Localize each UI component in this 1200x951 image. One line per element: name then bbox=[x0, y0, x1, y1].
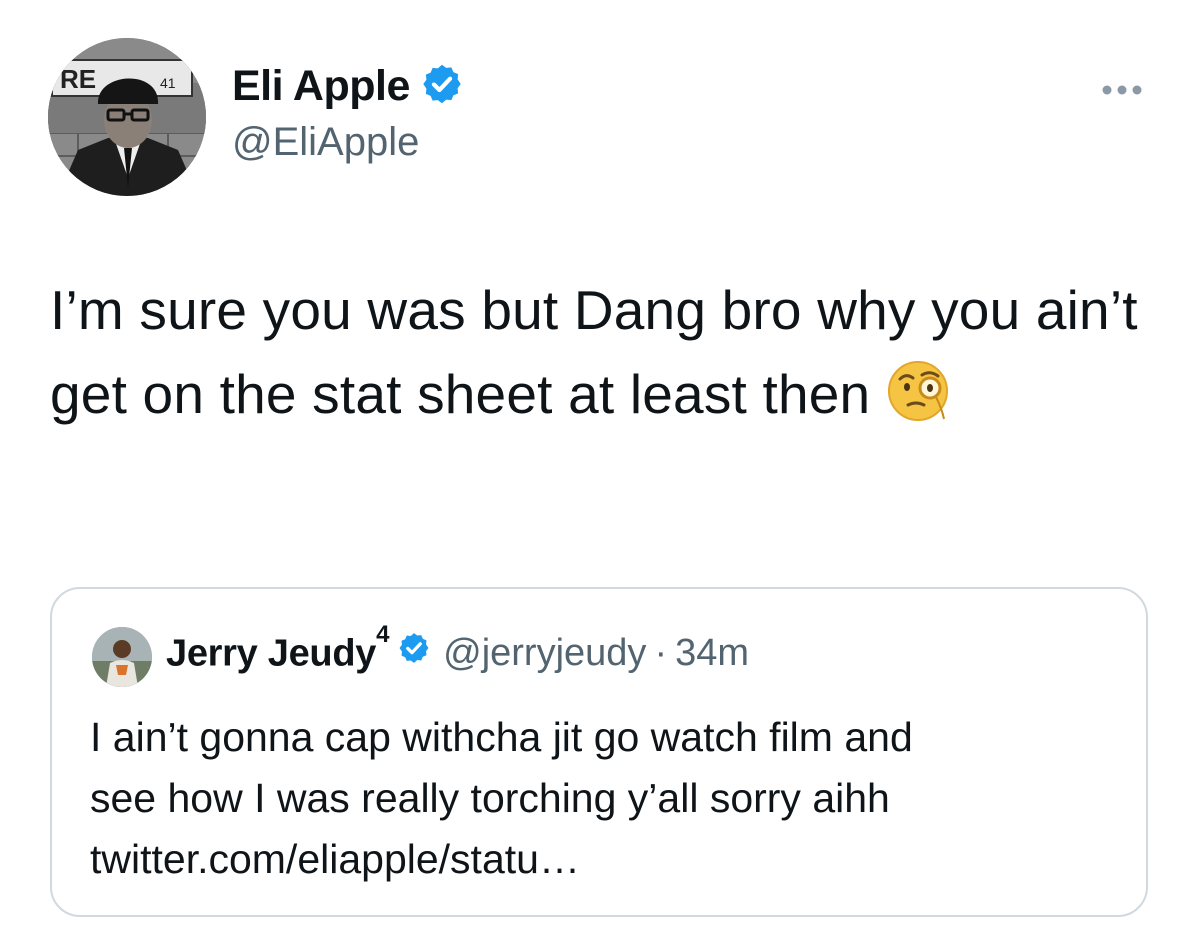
tweet-text-content: I’m sure you was but Dang bro why you ai… bbox=[50, 279, 1138, 425]
quoted-author-name-superscript: 4 bbox=[376, 621, 390, 648]
verified-badge-icon bbox=[420, 62, 464, 111]
quoted-tweet-line: see how I was really torching y’all sorr… bbox=[90, 775, 890, 821]
quoted-tweet-timestamp[interactable]: 34m bbox=[675, 632, 749, 675]
svg-text:41: 41 bbox=[160, 75, 176, 91]
svg-text:RE: RE bbox=[60, 64, 96, 94]
more-horizontal-icon[interactable] bbox=[1098, 78, 1146, 102]
header-separator: · bbox=[654, 631, 668, 674]
tweet-text: I’m sure you was but Dang bro why you ai… bbox=[50, 268, 1160, 436]
verified-badge-icon bbox=[397, 631, 431, 675]
author-name[interactable]: Eli Apple bbox=[232, 62, 410, 111]
quoted-author-name-text: Jerry Jeudy bbox=[166, 632, 377, 675]
face-with-monocle-icon bbox=[886, 359, 950, 423]
author-avatar[interactable]: RE 41 bbox=[48, 38, 206, 196]
quoted-author-name[interactable]: Jerry Jeudy4 bbox=[166, 621, 389, 676]
quoted-tweet-line: I ain’t gonna cap withcha jit go watch f… bbox=[90, 714, 913, 760]
quoted-tweet-card[interactable]: Jerry Jeudy4 @jerryjeudy · 34m I ain’t g… bbox=[50, 587, 1148, 917]
quoted-tweet-header: Jerry Jeudy4 @jerryjeudy · 34m bbox=[166, 621, 749, 676]
quoted-tweet-link[interactable]: twitter.com/eliapple/statu… bbox=[90, 829, 1120, 890]
quoted-author-avatar[interactable] bbox=[92, 627, 152, 687]
author-name-row: Eli Apple bbox=[232, 62, 464, 111]
quoted-tweet-text: I ain’t gonna cap withcha jit go watch f… bbox=[90, 707, 1120, 890]
author-handle[interactable]: @EliApple bbox=[232, 120, 419, 165]
quoted-author-handle[interactable]: @jerryjeudy bbox=[443, 632, 646, 675]
